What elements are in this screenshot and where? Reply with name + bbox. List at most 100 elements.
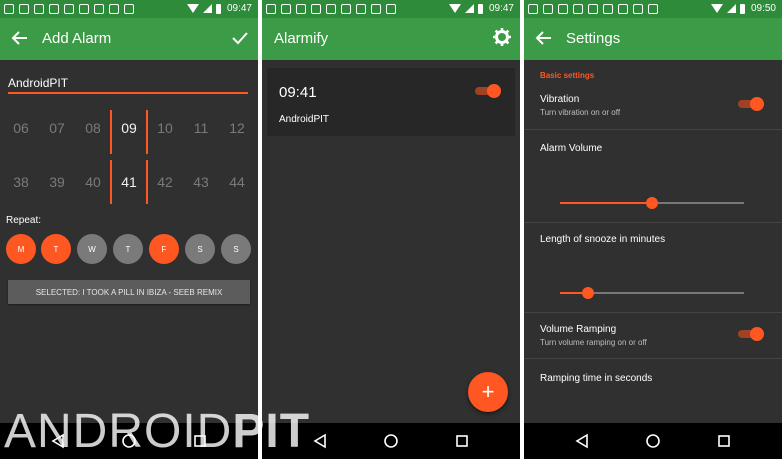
selected-hour[interactable]: 09: [114, 120, 144, 136]
status-time: 09:47: [226, 3, 252, 14]
hour-option[interactable]: 11: [186, 120, 216, 136]
status-time: 09:47: [488, 3, 514, 14]
notification-icon: [79, 4, 89, 14]
page-title: Add Alarm: [42, 30, 112, 47]
divider: [524, 358, 782, 359]
alarm-list-item[interactable]: 09:41 AndroidPIT: [267, 68, 515, 136]
setting-title: Vibration: [540, 94, 580, 105]
notification-icon: [558, 4, 568, 14]
nav-back-icon[interactable]: [310, 431, 330, 451]
nav-bar: [524, 423, 782, 459]
settings-gear-icon[interactable]: [492, 27, 512, 47]
notification-icons: [528, 4, 658, 14]
setting-subtitle: Turn volume ramping on or off: [540, 338, 647, 347]
volume-ramping-toggle[interactable]: [738, 327, 764, 341]
minute-option[interactable]: 40: [78, 174, 108, 190]
notification-icon: [296, 4, 306, 14]
battery-icon: [477, 3, 483, 14]
androidpit-watermark: ANDROIDPIT: [4, 406, 310, 458]
add-alarm-button[interactable]: +: [468, 372, 508, 412]
toggle-knob: [487, 84, 501, 98]
wifi-icon: [186, 4, 199, 13]
notification-icon: [648, 4, 658, 14]
notification-icon: [603, 4, 613, 14]
hour-option[interactable]: 06: [6, 120, 36, 136]
watermark-part-1: ANDROID: [4, 405, 233, 458]
signal-icon: [464, 4, 474, 13]
day-toggle-friday[interactable]: F: [149, 234, 179, 264]
add-alarm-screen: 09:47 Add Alarm AndroidPIT 06 07 08 09 1…: [0, 0, 258, 459]
signal-icon: [726, 4, 736, 13]
notification-icon: [124, 4, 134, 14]
nav-home-icon[interactable]: [643, 431, 663, 451]
hour-option[interactable]: 12: [222, 120, 252, 136]
alarm-name: AndroidPIT: [279, 114, 330, 125]
toggle-knob: [750, 327, 764, 341]
notification-icon: [356, 4, 366, 14]
repeat-label: Repeat:: [6, 215, 42, 226]
vibration-toggle[interactable]: [738, 97, 764, 111]
status-bar: 09:50: [524, 0, 782, 18]
notification-icon: [386, 4, 396, 14]
selection-divider: [146, 110, 148, 154]
day-toggle-wednesday[interactable]: W: [77, 234, 107, 264]
app-title: Alarmify: [274, 30, 329, 47]
toggle-knob: [750, 97, 764, 111]
nav-recents-icon[interactable]: [714, 431, 734, 451]
hour-option[interactable]: 08: [78, 120, 108, 136]
nav-home-icon[interactable]: [381, 431, 401, 451]
nav-recents-icon[interactable]: [452, 431, 472, 451]
notification-icon: [49, 4, 59, 14]
back-arrow-icon[interactable]: [534, 28, 554, 48]
notification-icon: [64, 4, 74, 14]
hour-option[interactable]: 10: [150, 120, 180, 136]
back-arrow-icon[interactable]: [10, 28, 30, 48]
alarm-volume-slider[interactable]: [560, 197, 744, 209]
selection-divider: [146, 160, 148, 204]
app-bar: Alarmify: [262, 18, 520, 60]
battery-icon: [739, 3, 745, 14]
notification-icon: [4, 4, 14, 14]
notification-icon: [341, 4, 351, 14]
check-icon[interactable]: [230, 28, 250, 48]
status-time: 09:50: [750, 3, 776, 14]
divider: [524, 222, 782, 223]
snooze-length-slider[interactable]: [560, 287, 744, 299]
selected-minute[interactable]: 41: [114, 174, 144, 190]
notification-icon: [311, 4, 321, 14]
notification-icon: [94, 4, 104, 14]
minute-option[interactable]: 42: [150, 174, 180, 190]
section-header: Basic settings: [540, 71, 595, 80]
select-sound-button[interactable]: SELECTED: I TOOK A PILL IN IBIZA - SEEB …: [8, 280, 250, 304]
nav-back-icon[interactable]: [572, 431, 592, 451]
slider-thumb[interactable]: [581, 287, 594, 299]
divider: [524, 129, 782, 130]
day-toggle-monday[interactable]: M: [6, 234, 36, 264]
status-bar: 09:47: [262, 0, 520, 18]
notification-icons: [266, 4, 396, 14]
day-toggle-saturday[interactable]: S: [185, 234, 215, 264]
alarm-enabled-toggle[interactable]: [475, 84, 501, 98]
hour-option[interactable]: 07: [42, 120, 72, 136]
slider-thumb[interactable]: [646, 197, 658, 209]
minute-option[interactable]: 44: [222, 174, 252, 190]
setting-title: Volume Ramping: [540, 324, 617, 335]
minute-option[interactable]: 38: [6, 174, 36, 190]
day-toggle-tuesday[interactable]: T: [41, 234, 71, 264]
selection-divider: [110, 110, 112, 154]
notification-icon: [573, 4, 583, 14]
minute-option[interactable]: 43: [186, 174, 216, 190]
alarm-name-input[interactable]: AndroidPIT: [8, 76, 248, 94]
alarm-list-screen: 09:47 Alarmify 09:41 AndroidPIT +: [262, 0, 520, 459]
notification-icon: [326, 4, 336, 14]
day-toggle-thursday[interactable]: T: [113, 234, 143, 264]
app-bar: Settings: [524, 18, 782, 60]
status-bar: 09:47: [0, 0, 258, 18]
day-toggle-sunday[interactable]: S: [221, 234, 251, 264]
divider: [524, 312, 782, 313]
notification-icon: [543, 4, 553, 14]
minute-option[interactable]: 39: [42, 174, 72, 190]
app-bar: Add Alarm: [0, 18, 258, 60]
notification-icon: [371, 4, 381, 14]
notification-icon: [281, 4, 291, 14]
